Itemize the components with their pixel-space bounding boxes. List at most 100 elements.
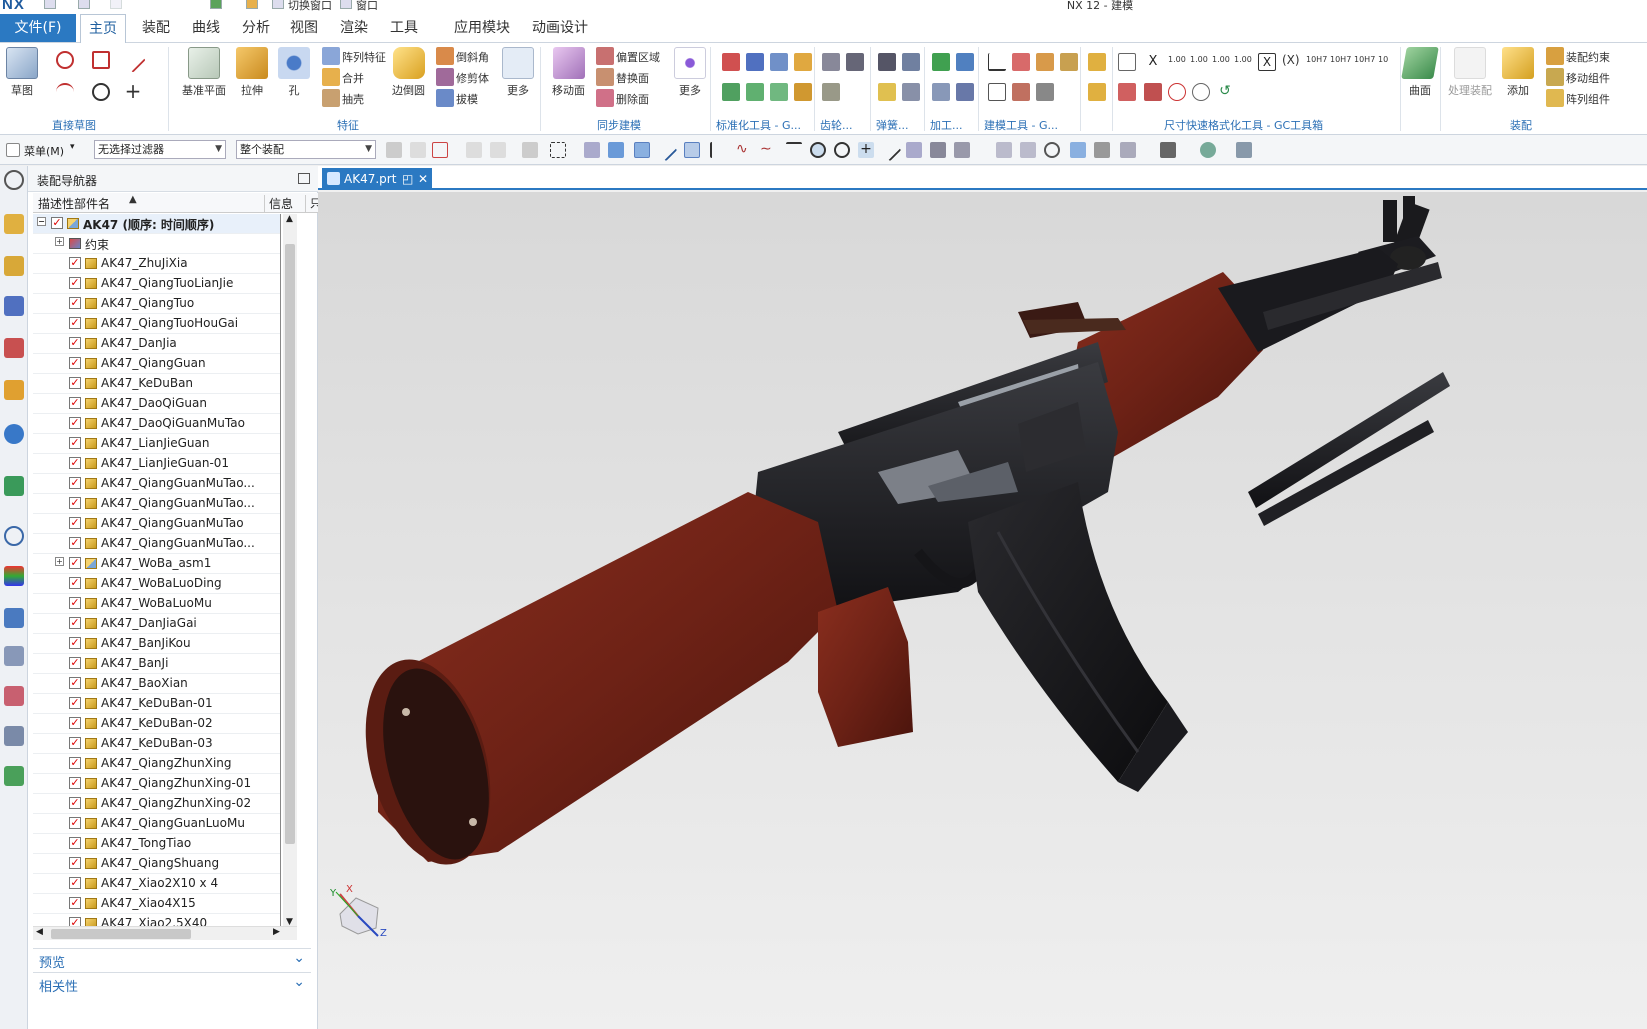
visibility-checkbox[interactable]: ✓ [69, 657, 81, 669]
snap-intersect-icon[interactable]: + [858, 142, 874, 158]
pistol-grip[interactable] [818, 587, 913, 747]
view-tool-icon[interactable] [996, 142, 1012, 158]
tree-root-row[interactable]: − ✓ AK47 (顺序: 时间顺序) [33, 214, 280, 234]
visibility-checkbox[interactable]: ✓ [69, 397, 81, 409]
visibility-checkbox[interactable]: ✓ [69, 297, 81, 309]
tree-row-part[interactable]: ✓ AK47_QiangGuanMuTao... [33, 474, 280, 494]
tree-row-part[interactable]: ✓ AK47_BanJiKou [33, 634, 280, 654]
sketch-button[interactable]: 草图 [6, 47, 38, 98]
assembly-constraint-icon[interactable] [1546, 47, 1564, 65]
visibility-checkbox[interactable]: ✓ [69, 537, 81, 549]
tree-row-part[interactable]: ✓ AK47_ZhuJiXia [33, 254, 280, 274]
visibility-checkbox[interactable]: ✓ [69, 257, 81, 269]
column-info[interactable]: 信息 [264, 195, 293, 212]
magazine[interactable] [968, 482, 1188, 792]
std-tool-icon[interactable] [722, 53, 740, 71]
buttstock[interactable] [345, 492, 838, 878]
visibility-checkbox[interactable]: ✓ [69, 637, 81, 649]
dimension-tool-icon[interactable] [1118, 53, 1136, 71]
std-tool-icon[interactable] [746, 83, 764, 101]
machining-tool-icon[interactable] [956, 53, 974, 71]
visibility-checkbox[interactable]: ✓ [69, 337, 81, 349]
dim-format-button[interactable]: 1.00 [1168, 55, 1186, 64]
clear-format-icon[interactable]: X [1144, 53, 1162, 71]
collapse-icon[interactable]: − [37, 217, 46, 226]
spring-tool-icon[interactable] [878, 53, 896, 71]
snap-line-icon[interactable] [878, 138, 902, 162]
move-face-button[interactable]: 移动面 [552, 47, 585, 98]
tree-row-part[interactable]: ✓ AK47_QiangGuan [33, 354, 280, 374]
filter-tool-icon[interactable] [522, 142, 538, 158]
tab-render[interactable]: 渲染 [332, 14, 376, 42]
tab-analysis[interactable]: 分析 [234, 14, 278, 42]
tab-home[interactable]: 主页 [80, 14, 126, 44]
snap-face-icon[interactable] [906, 142, 922, 158]
view-tool-icon[interactable] [1070, 142, 1086, 158]
vertical-scrollbar[interactable]: ▲ ▼ [283, 214, 297, 927]
rectangle-icon[interactable] [92, 51, 110, 69]
visibility-checkbox[interactable]: ✓ [69, 757, 81, 769]
tree-row-part[interactable]: ✓ AK47_LianJieGuan-01 [33, 454, 280, 474]
scrollbar-thumb[interactable] [285, 244, 295, 844]
triangle-icon[interactable] [988, 53, 1006, 71]
tab-assembly[interactable]: 装配 [134, 14, 178, 42]
diameter-icon[interactable] [1168, 83, 1186, 101]
visibility-checkbox[interactable]: ✓ [69, 457, 81, 469]
tree-row-part[interactable]: ✓ AK47_BanJi [33, 654, 280, 674]
modeling-tool-icon[interactable] [1036, 53, 1054, 71]
move-component-button[interactable]: 移动组件 [1566, 70, 1610, 86]
system-scene-icon[interactable] [4, 766, 24, 786]
tree-row-part[interactable]: + ✓ AK47_WoBa_asm1 [33, 554, 280, 574]
view-tool-icon[interactable] [1094, 142, 1110, 158]
snap-point-icon[interactable] [634, 142, 650, 158]
preview-section[interactable]: 预览 ⌄ [33, 948, 311, 971]
process-assembly-button[interactable]: 处理装配 [1448, 47, 1492, 98]
tree-row-part[interactable]: ✓ AK47_TongTiao [33, 834, 280, 854]
dimension-tool-icon[interactable] [1144, 83, 1162, 101]
undo-icon[interactable] [78, 0, 90, 9]
draft-icon[interactable] [436, 89, 454, 107]
window-button[interactable]: 窗口 [356, 0, 378, 13]
visibility-checkbox[interactable]: ✓ [51, 217, 63, 229]
constraint-navigator-icon[interactable] [4, 296, 24, 316]
menu-icon[interactable] [6, 143, 20, 157]
spring-tool-icon[interactable] [902, 53, 920, 71]
tree-row-part[interactable]: ✓ AK47_QiangGuanMuTao [33, 514, 280, 534]
tree-row-part[interactable]: ✓ AK47_KeDuBan-02 [33, 714, 280, 734]
tree-row-part[interactable]: ✓ AK47_QiangTuo [33, 294, 280, 314]
role-icon[interactable] [4, 686, 24, 706]
visibility-checkbox[interactable]: ✓ [69, 617, 81, 629]
snap-center-icon[interactable] [810, 142, 826, 158]
tree-row-part[interactable]: ✓ AK47_BaoXian [33, 674, 280, 694]
visibility-checkbox[interactable]: ✓ [69, 777, 81, 789]
pattern-component-button[interactable]: 阵列组件 [1566, 91, 1610, 107]
spring-tool-icon[interactable] [878, 83, 896, 101]
tab-application[interactable]: 应用模块 [446, 14, 518, 42]
visibility-checkbox[interactable]: ✓ [69, 517, 81, 529]
save-icon[interactable] [44, 0, 56, 9]
ak47-model[interactable]: Y X Z [318, 192, 1647, 1029]
menu-button[interactable]: 菜单(M) [24, 143, 64, 159]
view-tool-icon[interactable] [1236, 142, 1252, 158]
snap-perp-icon[interactable] [786, 142, 802, 158]
modeling-tool-icon[interactable] [988, 83, 1006, 101]
manufacturing-wizard-icon[interactable] [4, 646, 24, 666]
std-tool-icon[interactable] [794, 53, 812, 71]
tree-row-part[interactable]: ✓ AK47_LianJieGuan [33, 434, 280, 454]
layout-icon[interactable] [1120, 142, 1136, 158]
switch-window-icon[interactable] [272, 0, 284, 9]
offset-region-button[interactable]: 偏置区域 [616, 49, 660, 65]
tab-tools[interactable]: 工具 [382, 14, 426, 42]
tree-row-part[interactable]: ✓ AK47_DanJia [33, 334, 280, 354]
delete-face-button[interactable]: 删除面 [616, 91, 649, 107]
sync-more-button[interactable]: 更多 [674, 47, 706, 98]
arc-icon[interactable] [56, 83, 74, 101]
close-tab-icon[interactable]: ✕ [418, 168, 428, 190]
std-tool-icon[interactable] [746, 53, 764, 71]
diameter-icon[interactable] [1192, 83, 1210, 101]
filter-tool-icon[interactable] [410, 142, 426, 158]
visibility-checkbox[interactable]: ✓ [69, 737, 81, 749]
document-tab-ak47[interactable]: AK47.prt ◰ ✕ [322, 168, 432, 190]
tree-row-part[interactable]: ✓ AK47_DaoQiGuan [33, 394, 280, 414]
tree-row-part[interactable]: ✓ AK47_QiangZhunXing-01 [33, 774, 280, 794]
